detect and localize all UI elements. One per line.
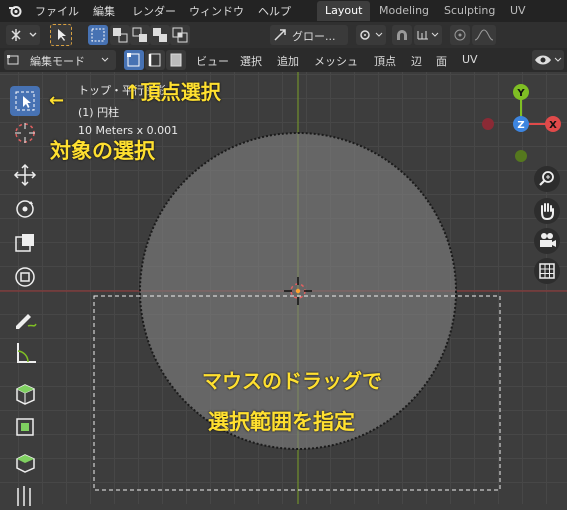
scale-icon — [15, 234, 34, 252]
tool-rotate[interactable] — [10, 194, 40, 224]
tool-measure[interactable] — [10, 338, 40, 368]
navigation-gizmo[interactable]: Y Z X — [476, 82, 566, 162]
tool-select-box[interactable] — [10, 86, 40, 116]
add-cube-icon — [16, 384, 35, 405]
hand-icon — [541, 203, 554, 221]
annotation-vertex-select: ↑頂点選択 — [124, 80, 221, 104]
camera-view-button[interactable] — [534, 228, 560, 254]
inset-faces-icon — [16, 454, 35, 473]
perspective-toggle-button[interactable] — [534, 258, 560, 284]
tool-scale[interactable] — [10, 228, 40, 258]
zoom-button[interactable] — [534, 166, 560, 192]
annotation-object-select: 対象の選択 — [50, 139, 155, 163]
transform-icon — [15, 267, 35, 287]
tool-extrude[interactable] — [10, 412, 40, 442]
gizmo-x-label: X — [549, 120, 557, 131]
tool-cursor[interactable] — [10, 118, 40, 148]
grid-icon — [539, 263, 555, 279]
gizmo-y-label: Y — [516, 88, 525, 99]
bevel-icon — [17, 486, 31, 506]
tool-inset[interactable] — [10, 446, 40, 476]
camera-icon — [540, 233, 556, 247]
cursor-target-icon — [15, 123, 35, 143]
tool-annotate[interactable] — [10, 304, 40, 334]
tool-add-cube[interactable] — [10, 378, 40, 408]
measure-ruler-icon — [17, 343, 36, 363]
rotate-icon — [16, 200, 34, 218]
tool-bevel[interactable] — [10, 480, 40, 510]
annotation-left-arrow: ← — [49, 90, 65, 111]
move-arrows-icon — [13, 163, 37, 187]
annotation-drag-line1: マウスのドラッグで — [202, 369, 382, 393]
annotate-pencil-icon — [16, 314, 37, 329]
pan-button[interactable] — [534, 198, 560, 224]
tool-move[interactable] — [10, 160, 40, 190]
object-name-label: (1) 円柱 — [78, 106, 120, 119]
tool-transform[interactable] — [10, 262, 40, 292]
select-box-icon — [15, 91, 35, 111]
magnifier-icon — [539, 171, 554, 186]
annotation-drag-line2: 選択範囲を指定 — [208, 410, 355, 434]
extrude-icon — [16, 418, 34, 436]
gizmo-z-label: Z — [517, 120, 524, 131]
